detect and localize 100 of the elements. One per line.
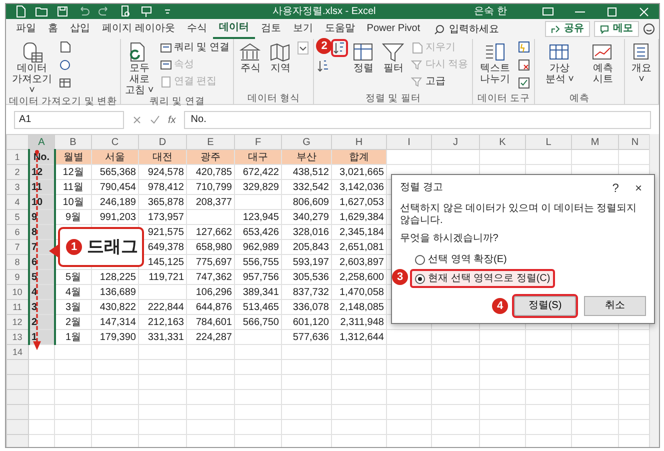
ribbon-tab[interactable]: 보기 (286, 20, 319, 38)
sort-ascending-icon[interactable] (333, 41, 346, 55)
name-box[interactable]: A1 (14, 111, 124, 129)
ribbon-tab[interactable]: 검토 (254, 20, 287, 38)
ribbon-tab[interactable]: Power Pivot (360, 20, 426, 38)
row-header[interactable]: 4 (6, 194, 28, 210)
comment-icon (600, 24, 609, 34)
ribbon-button[interactable]: 예측 시트 (585, 41, 622, 85)
dropdown-icon[interactable] (297, 41, 310, 55)
ribbon-button[interactable]: 모두 새로 고침 ˅ (124, 41, 155, 96)
insert-function-button[interactable]: fx (168, 112, 176, 128)
ribbon-tab[interactable]: 홈 (42, 20, 64, 38)
search-icon[interactable] (434, 24, 446, 34)
column-header[interactable]: N (618, 134, 652, 150)
help-button[interactable]: ? (608, 180, 623, 194)
row-header[interactable]: 13 (6, 330, 28, 344)
new-file-icon[interactable] (14, 5, 27, 18)
table-cell: 3월 (54, 300, 92, 314)
data-validation-icon[interactable] (518, 77, 532, 91)
ribbon-button[interactable]: 지역 (267, 41, 294, 74)
table-cell: 1월 (54, 330, 92, 344)
radio-option[interactable]: 현재 선택 영역으로 정렬(C) (410, 269, 556, 288)
row-header[interactable]: 8 (6, 254, 28, 270)
column-header[interactable]: L (526, 134, 572, 150)
ribbon-button[interactable]: 정렬 (350, 41, 376, 74)
step-number-badge: 2 (316, 38, 332, 54)
ribbon-button[interactable]: 가상 분석 ˅ (538, 41, 582, 85)
table-cell: 2,148,085 (332, 300, 386, 314)
ribbon-tab[interactable]: 도움말 (318, 20, 361, 38)
close-button[interactable]: × (630, 180, 646, 194)
table-cell: 2,603,897 (332, 254, 386, 270)
ribbon-tab[interactable]: 페이지 레이아웃 (96, 20, 181, 38)
row-header[interactable]: 14 (6, 344, 28, 360)
row-header[interactable]: 11 (6, 300, 28, 314)
search-hint[interactable]: 입력하세요 (449, 22, 500, 36)
sort-descending-icon[interactable] (317, 59, 330, 73)
column-header[interactable]: F (234, 134, 282, 150)
close-icon[interactable] (637, 4, 651, 18)
row-header[interactable]: 9 (6, 270, 28, 284)
document-icon[interactable] (59, 41, 72, 55)
table-cell: 127,662 (186, 224, 234, 240)
column-header[interactable]: A (28, 134, 54, 150)
table-cell: 1,629,384 (332, 210, 386, 224)
ribbon-button[interactable]: 필터 (380, 41, 406, 74)
radio-icon[interactable] (415, 254, 425, 264)
ribbon-button[interactable]: 주식 (237, 41, 264, 74)
column-header[interactable]: H (332, 134, 386, 150)
table-cell: 806,609 (282, 194, 332, 210)
column-header[interactable]: C (92, 134, 138, 150)
flash-fill-icon[interactable] (518, 41, 532, 55)
ribbon-button[interactable]: 텍스트 나누기 (476, 41, 514, 85)
table-cell: 957,756 (234, 270, 282, 284)
ribbon-button[interactable]: 데이터 가져오기 ˅ (9, 41, 55, 96)
ribbon-options-icon[interactable] (541, 4, 555, 18)
enter-icon[interactable] (150, 115, 160, 125)
row-header[interactable]: 7 (6, 240, 28, 254)
radio-option[interactable]: 선택 영역 확장(E) (410, 250, 512, 269)
smiley-icon[interactable] (643, 23, 655, 35)
web-icon[interactable] (59, 59, 72, 73)
column-header[interactable]: G (282, 134, 332, 150)
share-button[interactable]: 공유 (545, 21, 590, 37)
remove-duplicates-icon[interactable] (518, 59, 532, 73)
memo-button[interactable]: 메모 (594, 21, 639, 37)
row-header[interactable]: 1 (6, 150, 28, 164)
table-cell: 136,689 (92, 284, 138, 300)
table-cell: 128,225 (92, 270, 138, 284)
radio-icon[interactable] (415, 274, 425, 284)
row-header[interactable]: 2 (6, 164, 28, 180)
ribbon-tab[interactable]: 파일 (10, 20, 42, 38)
maximize-icon[interactable] (605, 4, 619, 18)
row-header[interactable]: 12 (6, 314, 28, 330)
ribbon-tab[interactable]: 삽입 (64, 20, 96, 38)
table-cell: 305,536 (282, 270, 332, 284)
column-header[interactable]: J (432, 134, 480, 150)
column-header[interactable]: K (480, 134, 526, 150)
group-label: 데이터 형식 (246, 93, 302, 104)
formula-field[interactable]: No. (184, 111, 651, 129)
row-header[interactable]: 5 (6, 210, 28, 224)
save-icon[interactable] (56, 5, 69, 18)
row-header[interactable]: 10 (6, 284, 28, 300)
share-icon (551, 24, 560, 34)
ribbon-button[interactable]: 개요 ˅ (628, 41, 655, 85)
column-header[interactable]: D (138, 134, 186, 150)
column-header[interactable]: M (572, 134, 618, 150)
table-cell: 123,945 (234, 210, 282, 224)
print-preview-icon[interactable] (119, 5, 132, 18)
dialog-button[interactable]: 취소 (584, 296, 646, 316)
queries-icon (160, 42, 172, 54)
column-title: 대전 (138, 150, 186, 164)
ribbon-button[interactable]: 쿼리 및 연결 (158, 41, 230, 54)
cancel-icon[interactable] (132, 115, 142, 125)
folder-icon[interactable] (35, 5, 48, 18)
ribbon-button[interactable]: 고급 (410, 75, 470, 88)
column-header[interactable]: I (386, 134, 432, 150)
row-header[interactable]: 3 (6, 180, 28, 194)
column-header[interactable]: B (54, 134, 92, 150)
ribbon-tab[interactable]: 수식 (180, 20, 213, 38)
dialog-button[interactable]: 정렬(S) (514, 296, 576, 316)
row-header[interactable]: 6 (6, 224, 28, 240)
column-header[interactable]: E (186, 134, 234, 150)
